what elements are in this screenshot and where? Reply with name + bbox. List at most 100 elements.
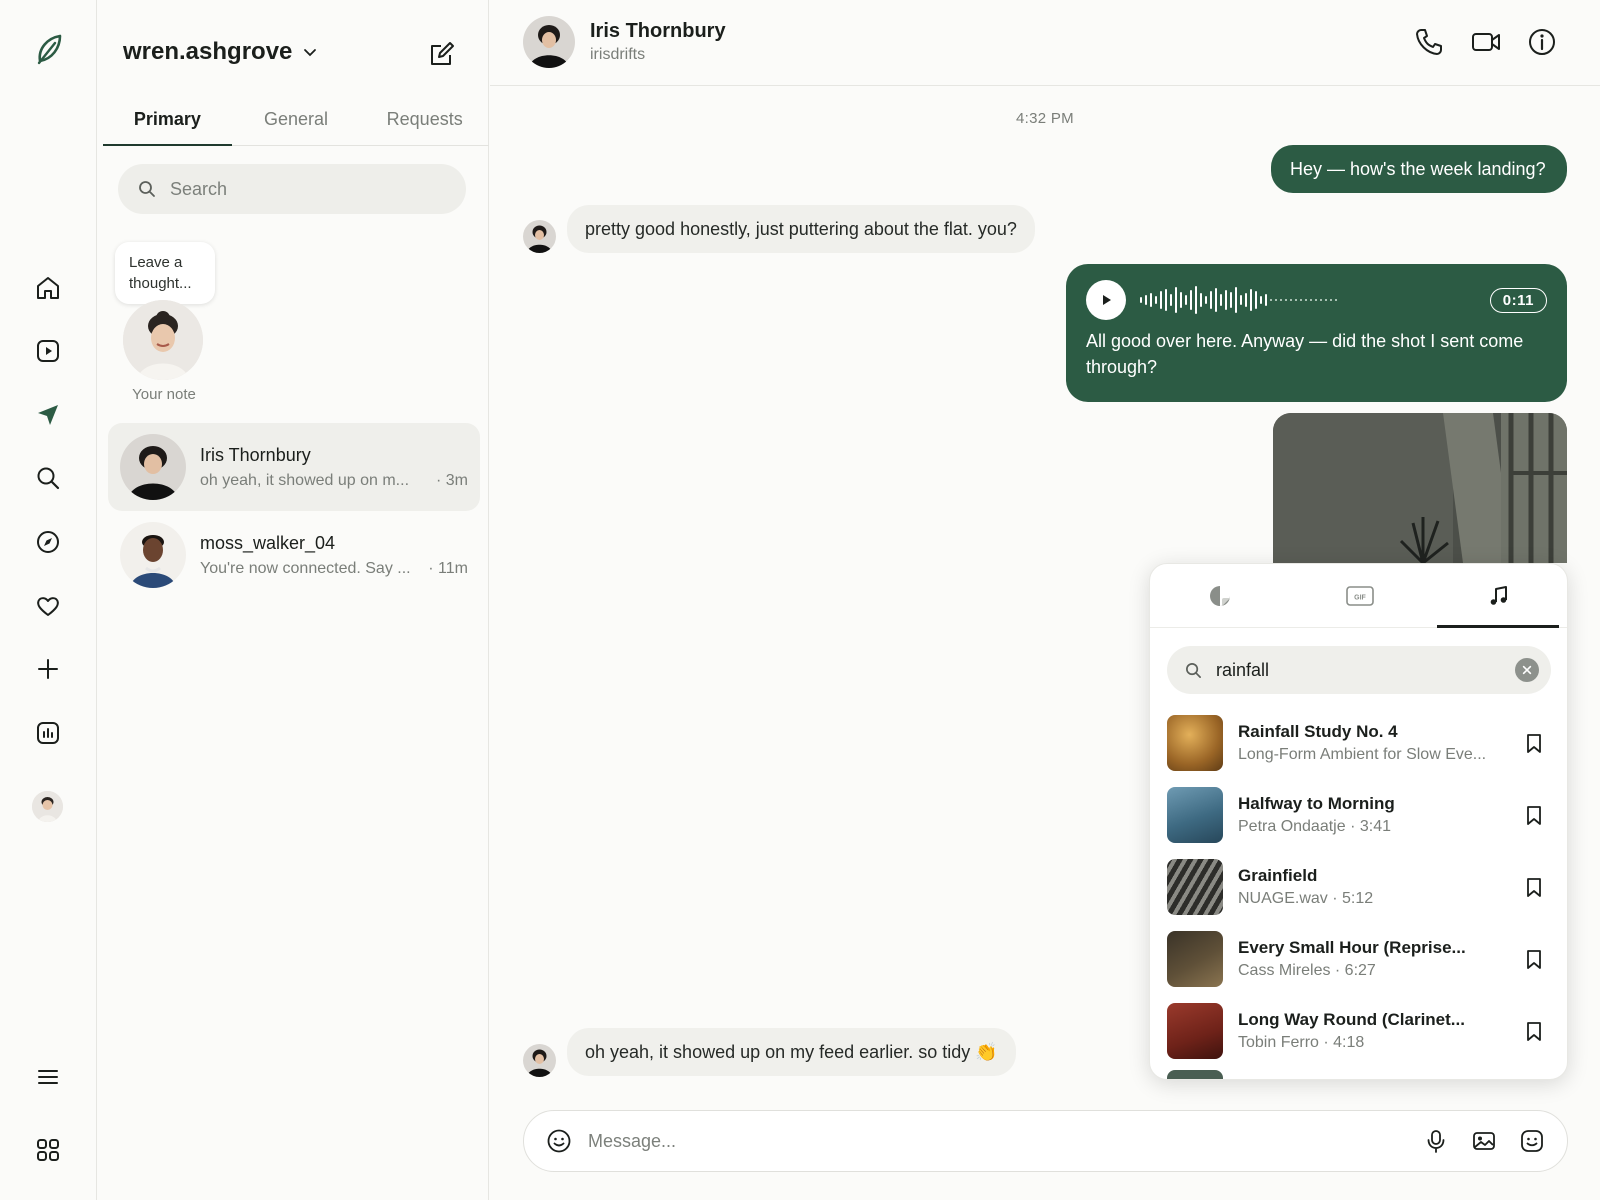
gif-icon[interactable]: GIF: [1290, 564, 1430, 627]
tab-primary[interactable]: Primary: [103, 96, 232, 146]
message-text: All good over here. Anyway — did the sho…: [1086, 331, 1524, 377]
sticker-icon[interactable]: [1519, 1128, 1545, 1154]
conversation-preview: You're now connected. Say ...: [200, 559, 411, 577]
track-subtitle: Cass Mireles · 6:27: [1238, 962, 1376, 979]
search-icon: [1185, 662, 1202, 679]
conversation-name: Iris Thornbury: [200, 444, 311, 465]
search-icon: [138, 180, 156, 198]
avatar: [120, 522, 186, 588]
chevron-down-icon: [302, 44, 318, 60]
inbox-tabs: Primary General Requests: [103, 96, 489, 146]
conversation-time: · 3m: [436, 471, 468, 489]
track-artwork: [1167, 1003, 1223, 1059]
message-incoming[interactable]: oh yeah, it showed up on my feed earlier…: [567, 1028, 1016, 1076]
svg-text:GIF: GIF: [1354, 594, 1366, 601]
track-artwork: [1167, 1070, 1223, 1079]
search-icon[interactable]: [30, 460, 66, 496]
inbox-panel: wren.ashgrove Primary General Requests S…: [97, 0, 489, 1200]
track-item[interactable]: Every Small Hour (Reprise... Cass Mirele…: [1167, 930, 1551, 988]
emoji-icon[interactable]: [546, 1128, 572, 1154]
bookmark-icon[interactable]: [1523, 732, 1545, 754]
bookmark-icon[interactable]: [1523, 804, 1545, 826]
compose-new-message-icon[interactable]: [426, 38, 458, 70]
tab-requests[interactable]: Requests: [360, 96, 489, 145]
bookmark-icon[interactable]: [1523, 1020, 1545, 1042]
profile-avatar[interactable]: [32, 791, 63, 822]
music-search-input[interactable]: rainfall: [1167, 646, 1551, 694]
message-text: Hey — how's the week landing?: [1290, 158, 1546, 179]
explore-compass-icon[interactable]: [30, 524, 66, 560]
message-outgoing[interactable]: Hey — how's the week landing?: [1271, 145, 1567, 193]
track-artwork: [1167, 715, 1223, 771]
tab-general[interactable]: General: [232, 96, 361, 145]
track-subtitle: Tobin Ferro · 4:18: [1238, 1034, 1365, 1051]
track-subtitle: Long-Form Ambient for Slow Eve...: [1238, 746, 1487, 763]
track-artwork: [1167, 859, 1223, 915]
message-timestamp: 4:32 PM: [1016, 110, 1074, 127]
track-subtitle: NUAGE.wav · 5:12: [1238, 890, 1374, 907]
note-bubble[interactable]: Leave a thought...: [115, 242, 215, 304]
music-icon[interactable]: [1429, 564, 1567, 628]
video-call-icon[interactable]: [1470, 26, 1502, 58]
search-placeholder: Search: [170, 178, 228, 199]
messages-send-icon[interactable]: [30, 397, 66, 433]
message-incoming[interactable]: pretty good honestly, just puttering abo…: [567, 205, 1035, 253]
track-item[interactable]: Grainfield NUAGE.wav · 5:12: [1167, 858, 1551, 916]
account-switcher[interactable]: wren.ashgrove: [123, 38, 318, 66]
inbox-search-input[interactable]: Search: [118, 164, 466, 214]
conversation-item-iris[interactable]: Iris Thornbury oh yeah, it showed up on …: [108, 423, 480, 511]
message-voice-outgoing[interactable]: 0:11 All good over here. Anyway — did th…: [1066, 264, 1567, 402]
menu-hamburger-icon[interactable]: [30, 1059, 66, 1095]
track-title: Grainfield: [1238, 866, 1318, 885]
message-input-placeholder: Message...: [588, 1130, 677, 1151]
bookmark-icon[interactable]: [1523, 948, 1545, 970]
contact-name[interactable]: Iris Thornbury: [590, 20, 726, 43]
insights-chart-icon[interactable]: [30, 715, 66, 751]
chat-header: Iris Thornbury irisdrifts: [490, 0, 1600, 86]
message-text: oh yeah, it showed up on my feed earlier…: [585, 1041, 998, 1062]
picker-tabs: GIF: [1150, 564, 1567, 628]
your-note-label: Your note: [132, 386, 196, 403]
sender-avatar: [523, 220, 556, 253]
track-item[interactable]: Halfway to Morning Petra Ondaatje · 3:41: [1167, 786, 1551, 844]
bookmark-icon[interactable]: [1523, 876, 1545, 898]
search-query: rainfall: [1216, 659, 1270, 680]
voice-waveform[interactable]: [1140, 282, 1337, 318]
conversation-item-moss[interactable]: moss_walker_04 You're now connected. Say…: [108, 511, 480, 599]
note-avatar[interactable]: [123, 300, 203, 380]
sender-avatar: [523, 1044, 556, 1077]
conversation-preview: oh yeah, it showed up on m...: [200, 471, 410, 489]
track-item[interactable]: Long Way Round (Clarinet... Tobin Ferro …: [1167, 1002, 1551, 1060]
sticker-icon[interactable]: [1150, 564, 1290, 627]
media-picker-popover: GIF rainfall Rainfall Study No. 4 Long-F…: [1149, 563, 1568, 1080]
phone-call-icon[interactable]: [1413, 26, 1445, 58]
apps-grid-icon[interactable]: [30, 1132, 66, 1168]
home-icon[interactable]: [30, 270, 66, 306]
create-plus-icon[interactable]: [30, 651, 66, 687]
contact-handle: irisdrifts: [590, 46, 646, 63]
chat-panel: Iris Thornbury irisdrifts 4:32 PM Hey — …: [490, 0, 1600, 1200]
reels-icon[interactable]: [30, 333, 66, 369]
play-voice-button[interactable]: [1086, 280, 1126, 320]
leaf-logo-icon[interactable]: [30, 30, 68, 68]
nav-rail: [0, 0, 97, 1200]
info-icon[interactable]: [1526, 26, 1558, 58]
heart-icon[interactable]: [30, 588, 66, 624]
track-item-partial[interactable]: [1167, 1070, 1551, 1079]
track-title: Long Way Round (Clarinet...: [1238, 1010, 1465, 1029]
track-title: Rainfall Study No. 4: [1238, 722, 1398, 741]
image-upload-icon[interactable]: [1471, 1128, 1497, 1154]
shared-photo[interactable]: [1273, 413, 1567, 563]
contact-avatar[interactable]: [523, 16, 575, 68]
voice-duration-badge: 0:11: [1489, 287, 1547, 313]
avatar: [120, 434, 186, 500]
account-name: wren.ashgrove: [123, 38, 293, 65]
track-title: Halfway to Morning: [1238, 794, 1395, 813]
microphone-icon[interactable]: [1423, 1128, 1449, 1154]
track-item[interactable]: Rainfall Study No. 4 Long-Form Ambient f…: [1167, 714, 1551, 772]
message-text: pretty good honestly, just puttering abo…: [585, 218, 1017, 239]
clear-search-icon[interactable]: [1515, 658, 1539, 682]
track-artwork: [1167, 787, 1223, 843]
message-composer[interactable]: Message...: [523, 1110, 1568, 1172]
conversation-time: · 11m: [428, 559, 468, 577]
